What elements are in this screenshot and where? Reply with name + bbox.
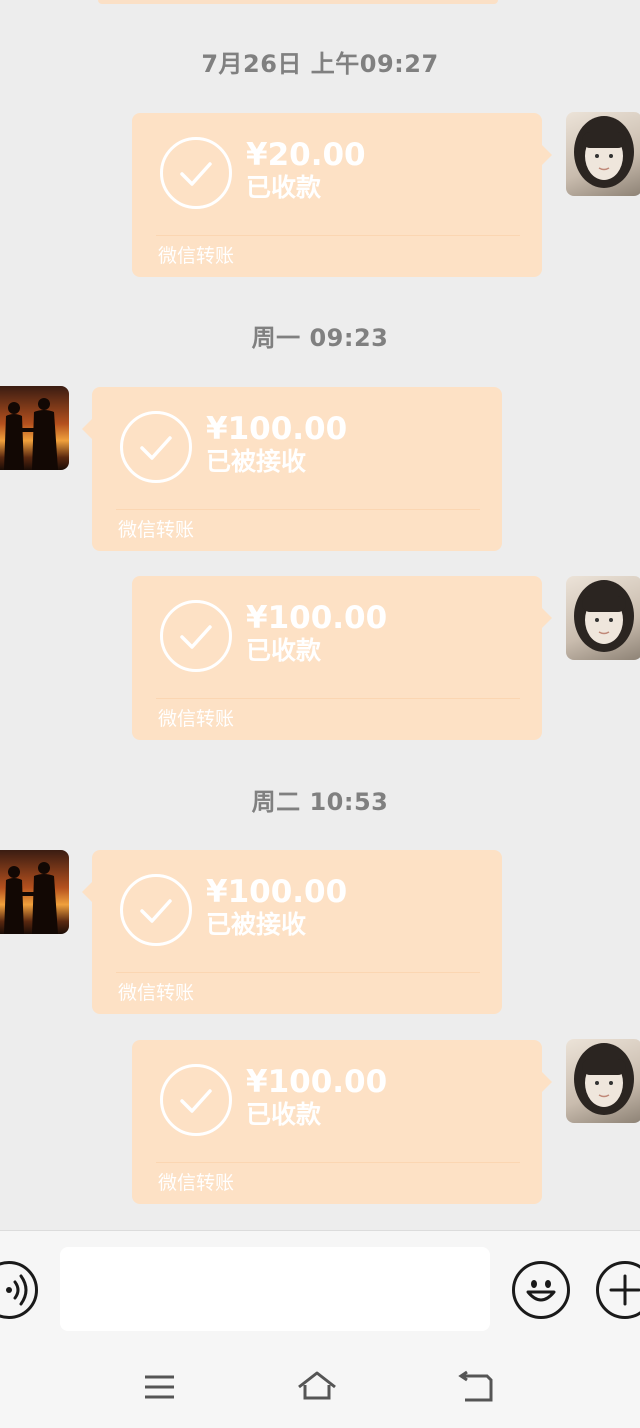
transfer-status: 已收款 — [246, 173, 322, 202]
voice-icon — [6, 1274, 28, 1306]
transfer-status: 已被接收 — [206, 447, 307, 476]
timestamp: 7月26日 上午09:27 — [201, 50, 439, 78]
more-button[interactable] — [596, 1261, 640, 1319]
voice-button[interactable] — [0, 1261, 38, 1319]
home-icon — [298, 1371, 336, 1400]
chat-screen: 7月26日 上午09:27 ¥20.00 已收款 微信转账 周一 09:23 ¥… — [0, 0, 640, 1428]
bubble-divider — [116, 972, 480, 973]
transfer-status: 已收款 — [246, 1100, 322, 1129]
message-input[interactable] — [60, 1247, 490, 1331]
transfer-amount: ¥20.00 — [246, 137, 366, 173]
transfer-amount: ¥100.00 — [246, 1064, 388, 1100]
self-avatar[interactable] — [566, 112, 640, 196]
transfer-footer: 微信转账 — [158, 1172, 235, 1194]
check-icon — [160, 600, 232, 672]
timestamp: 周二 10:53 — [251, 788, 389, 816]
bubble-divider — [156, 698, 520, 699]
check-icon — [120, 411, 192, 483]
transfer-amount: ¥100.00 — [206, 874, 348, 910]
check-icon — [120, 874, 192, 946]
timestamp: 周一 09:23 — [251, 324, 389, 352]
bubble-divider — [156, 1162, 520, 1163]
transfer-bubble[interactable]: ¥100.00 已收款 微信转账 — [132, 576, 552, 740]
contact-avatar[interactable] — [0, 386, 69, 470]
contact-avatar[interactable] — [0, 850, 69, 934]
check-icon — [160, 1064, 232, 1136]
menu-icon — [145, 1375, 174, 1399]
bubble-divider — [116, 509, 480, 510]
plus-icon — [609, 1274, 640, 1306]
transfer-footer: 微信转账 — [118, 982, 195, 1004]
transfer-amount: ¥100.00 — [246, 600, 388, 636]
transfer-status: 已收款 — [246, 636, 322, 665]
transfer-amount: ¥100.00 — [206, 411, 348, 447]
transfer-bubble[interactable]: ¥20.00 已收款 微信转账 — [132, 113, 552, 277]
transfer-footer: 微信转账 — [118, 519, 195, 541]
self-avatar[interactable] — [566, 576, 640, 660]
back-button[interactable] — [457, 1368, 497, 1408]
bubble-divider — [156, 235, 520, 236]
transfer-footer: 微信转账 — [158, 708, 235, 730]
transfer-bubble[interactable]: ¥100.00 已被接收 微信转账 — [82, 850, 502, 1014]
previous-bubble-edge — [98, 0, 498, 4]
transfer-bubble[interactable]: ¥100.00 已被接收 微信转账 — [82, 387, 502, 551]
system-nav-bar — [0, 1350, 640, 1428]
check-icon — [160, 137, 232, 209]
emoji-button[interactable] — [512, 1261, 570, 1319]
transfer-footer: 微信转账 — [158, 245, 235, 267]
menu-button[interactable] — [140, 1368, 180, 1408]
transfer-status: 已被接收 — [206, 910, 307, 939]
emoji-icon — [526, 1280, 556, 1302]
back-icon — [458, 1370, 493, 1402]
transfer-bubble[interactable]: ¥100.00 已收款 微信转账 — [132, 1040, 552, 1204]
self-avatar[interactable] — [566, 1039, 640, 1123]
input-bar — [0, 1230, 640, 1350]
home-button[interactable] — [297, 1368, 337, 1408]
